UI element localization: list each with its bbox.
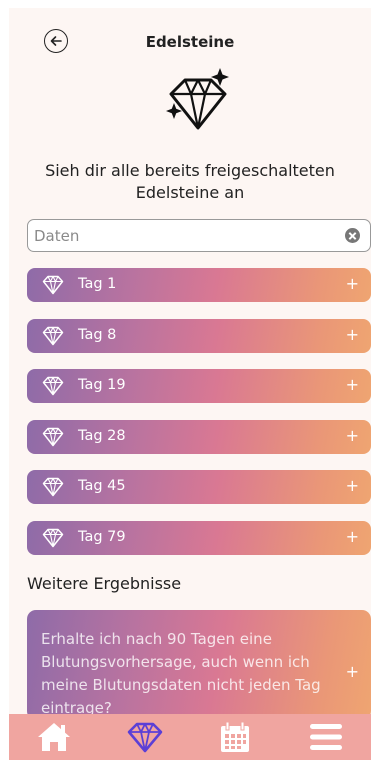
gem-list-item-label: Tag 1 [78, 276, 117, 292]
header: Edelsteine [9, 8, 371, 66]
menu-icon [309, 724, 342, 750]
home-icon [38, 723, 71, 751]
nav-calendar[interactable] [190, 714, 281, 760]
diamond-icon [42, 427, 64, 446]
expand-icon: + [345, 526, 359, 546]
gem-list-item[interactable]: Tag 79 + [27, 520, 371, 555]
expand-icon: + [345, 274, 359, 293]
expand-icon: + [345, 662, 359, 681]
screen: Edelsteine Sieh dir alle bereits freiges… [9, 8, 371, 760]
gem-list-item[interactable]: Tag 28 + [27, 419, 371, 454]
gem-list-item[interactable]: Tag 45 + [27, 470, 371, 504]
nav-gems[interactable] [100, 714, 191, 760]
faq-question: Erhalte ich nach 90 Tagen eine Blutungsv… [41, 630, 321, 717]
diamond-icon [42, 275, 64, 295]
gem-list-item-label: Tag 45 [78, 478, 126, 494]
diamond-icon [42, 528, 64, 547]
expand-icon: + [345, 324, 359, 344]
section-title-more-results: Weitere Ergebnisse [27, 574, 182, 593]
diamond-icon [42, 376, 64, 396]
search-input[interactable] [34, 220, 334, 251]
faq-item[interactable]: Erhalte ich nach 90 Tagen eine Blutungsv… [27, 610, 371, 720]
gem-list-item-label: Tag 28 [78, 427, 126, 444]
gem-list-item[interactable]: Tag 19 + [27, 369, 371, 403]
search-field [27, 219, 371, 252]
intro-text: Sieh dir alle bereits freigeschalteten E… [45, 161, 335, 202]
bottom-navigation [9, 714, 371, 760]
diamond-icon [127, 722, 163, 753]
expand-icon: + [345, 476, 359, 495]
nav-menu[interactable] [281, 714, 372, 760]
gem-list-item-label: Tag 79 [78, 528, 126, 545]
calendar-icon [221, 721, 250, 752]
diamond-sparkle-icon [166, 68, 229, 130]
page-title: Edelsteine [145, 33, 235, 51]
gem-list-item-label: Tag 8 [78, 326, 117, 343]
nav-home[interactable] [9, 714, 100, 760]
expand-icon: + [345, 375, 359, 394]
expand-icon: + [345, 425, 359, 445]
diamond-icon [42, 326, 64, 345]
clear-search-button[interactable] [345, 228, 360, 243]
diamond-icon [42, 477, 64, 497]
gem-list-item[interactable]: Tag 8 + [27, 318, 371, 353]
gem-list-item[interactable]: Tag 1 + [27, 268, 371, 302]
gem-list: Tag 1 + Tag 8 + Tag 19 + Tag 28 + Tag 45 + Tag 79 + [27, 268, 371, 571]
gem-list-item-label: Tag 19 [78, 377, 126, 393]
